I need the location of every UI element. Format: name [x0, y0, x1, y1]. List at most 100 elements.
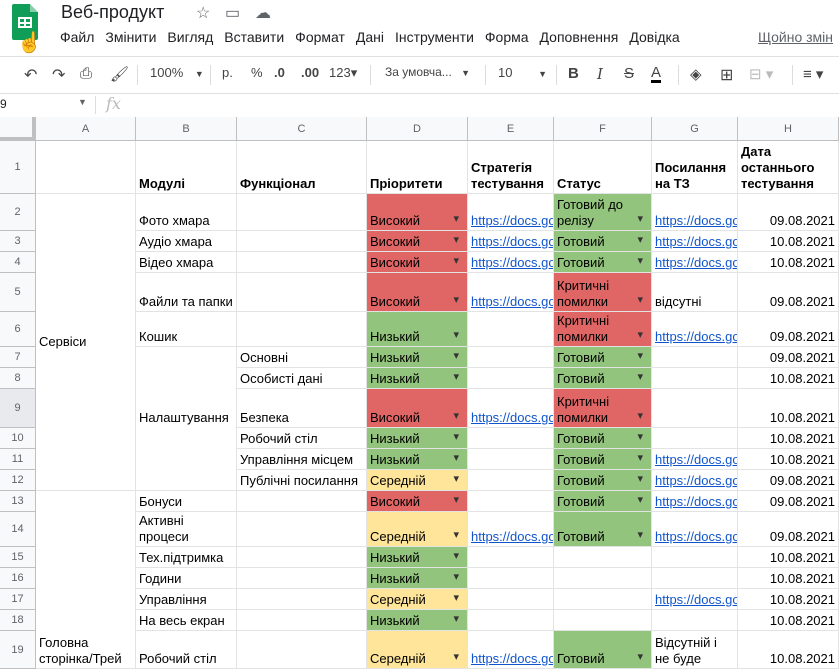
spec-link-cell-17[interactable]: https://docs.go: [652, 589, 738, 610]
status-cell-3[interactable]: Готовий: [554, 231, 652, 252]
row-header-7[interactable]: 7: [0, 347, 36, 368]
fill-color-icon[interactable]: ◈: [690, 65, 702, 83]
redo-icon[interactable]: ↷: [52, 65, 65, 85]
menu-insert[interactable]: Вставити: [224, 29, 284, 45]
priority-cell-19[interactable]: Середній: [367, 631, 468, 669]
cell-b16[interactable]: Години: [136, 568, 237, 589]
status-cell-2[interactable]: Готовий до релізу: [554, 194, 652, 231]
date-cell-13[interactable]: 09.08.2021: [738, 491, 839, 512]
row-header-1[interactable]: 1: [0, 141, 36, 194]
status-cell-5[interactable]: Критичні помилки: [554, 273, 652, 312]
strategy-cell-3[interactable]: https://docs.go: [468, 231, 554, 252]
row-header-8[interactable]: 8: [0, 368, 36, 389]
undo-icon[interactable]: ↶: [24, 65, 37, 85]
status-cell-9[interactable]: Критичні помилки: [554, 389, 652, 428]
cell-c13[interactable]: [237, 491, 367, 512]
priority-cell-17[interactable]: Середній: [367, 589, 468, 610]
spec-link-cell-9[interactable]: [652, 389, 738, 428]
date-cell-2[interactable]: 09.08.2021: [738, 194, 839, 231]
priority-cell-3[interactable]: Високий: [367, 231, 468, 252]
row-header-2[interactable]: 2: [0, 194, 36, 231]
priority-cell-2[interactable]: Високий: [367, 194, 468, 231]
row-header-11[interactable]: 11: [0, 449, 36, 470]
cell-b2[interactable]: Фото хмара: [136, 194, 237, 231]
spec-link-cell-11[interactable]: https://docs.go: [652, 449, 738, 470]
cell-c12[interactable]: Публічні посилання: [237, 470, 367, 491]
cell-c2[interactable]: [237, 194, 367, 231]
date-cell-4[interactable]: 10.08.2021: [738, 252, 839, 273]
spec-link-cell-16[interactable]: [652, 568, 738, 589]
date-cell-3[interactable]: 10.08.2021: [738, 231, 839, 252]
column-header-d[interactable]: D: [367, 117, 468, 141]
strategy-cell-18[interactable]: [468, 610, 554, 631]
cell-c6[interactable]: [237, 312, 367, 347]
zoom-select[interactable]: 100% ▼: [150, 65, 204, 80]
row-header-15[interactable]: 15: [0, 547, 36, 568]
menu-format[interactable]: Формат: [295, 29, 345, 45]
header-cell-c[interactable]: Функціонал: [237, 141, 367, 194]
header-cell-g[interactable]: Посилання на ТЗ: [652, 141, 738, 194]
strategy-cell-14[interactable]: https://docs.go: [468, 512, 554, 547]
row-header-4[interactable]: 4: [0, 252, 36, 273]
strategy-cell-11[interactable]: [468, 449, 554, 470]
priority-cell-16[interactable]: Низький: [367, 568, 468, 589]
group-cell-services[interactable]: Сервіси: [36, 194, 136, 491]
date-cell-7[interactable]: 09.08.2021: [738, 347, 839, 368]
cell-b5[interactable]: Файли та папки: [136, 273, 237, 312]
bold-icon[interactable]: B: [568, 65, 579, 82]
cell-c8[interactable]: Особисті дані: [237, 368, 367, 389]
cell-a1[interactable]: [36, 141, 136, 194]
strategy-cell-5[interactable]: https://docs.go: [468, 273, 554, 312]
header-cell-f[interactable]: Статус: [554, 141, 652, 194]
spec-link-cell-13[interactable]: https://docs.go: [652, 491, 738, 512]
cell-c5[interactable]: [237, 273, 367, 312]
status-cell-7[interactable]: Готовий: [554, 347, 652, 368]
cell-c7[interactable]: Основні: [237, 347, 367, 368]
status-cell-13[interactable]: Готовий: [554, 491, 652, 512]
cell-b15[interactable]: Тех.підтримка: [136, 547, 237, 568]
spec-link-cell-2[interactable]: https://docs.go: [652, 194, 738, 231]
cell-c17[interactable]: [237, 589, 367, 610]
spec-link-cell-4[interactable]: https://docs.go: [652, 252, 738, 273]
priority-cell-15[interactable]: Низький: [367, 547, 468, 568]
column-header-e[interactable]: E: [468, 117, 554, 141]
header-cell-h[interactable]: Дата останнього тестування: [738, 141, 839, 194]
priority-cell-4[interactable]: Високий: [367, 252, 468, 273]
font-size-select[interactable]: 10 ▼: [498, 65, 547, 80]
paint-format-icon[interactable]: 🖌: [110, 65, 129, 83]
row-header-17[interactable]: 17: [0, 589, 36, 610]
row-header-3[interactable]: 3: [0, 231, 36, 252]
row-header-16[interactable]: 16: [0, 568, 36, 589]
date-cell-18[interactable]: 10.08.2021: [738, 610, 839, 631]
spec-link-cell-7[interactable]: [652, 347, 738, 368]
move-to-folder-icon[interactable]: ▭: [225, 3, 240, 23]
status-cell-6[interactable]: Критичні помилки: [554, 312, 652, 347]
strategy-cell-15[interactable]: [468, 547, 554, 568]
date-cell-8[interactable]: 10.08.2021: [738, 368, 839, 389]
spec-link-cell-14[interactable]: https://docs.go: [652, 512, 738, 547]
borders-icon[interactable]: ⊞: [720, 65, 733, 85]
cell-b14[interactable]: Активні процеси: [136, 512, 237, 547]
date-cell-11[interactable]: 10.08.2021: [738, 449, 839, 470]
priority-cell-11[interactable]: Низький: [367, 449, 468, 470]
row-header-19[interactable]: 19: [0, 631, 36, 669]
date-cell-16[interactable]: 10.08.2021: [738, 568, 839, 589]
row-header-13[interactable]: 13: [0, 491, 36, 512]
status-cell-15[interactable]: [554, 547, 652, 568]
cell-c9[interactable]: Безпека: [237, 389, 367, 428]
spec-link-cell-15[interactable]: [652, 547, 738, 568]
status-cell-8[interactable]: Готовий: [554, 368, 652, 389]
menu-form[interactable]: Форма: [485, 29, 529, 45]
cell-c4[interactable]: [237, 252, 367, 273]
column-header-g[interactable]: G: [652, 117, 738, 141]
column-header-a[interactable]: A: [36, 117, 136, 141]
menu-addons[interactable]: Доповнення: [540, 29, 619, 45]
more-formats-button[interactable]: 123▾: [329, 65, 357, 81]
column-header-b[interactable]: B: [136, 117, 237, 141]
header-cell-b[interactable]: Модулі: [136, 141, 237, 194]
status-cell-4[interactable]: Готовий: [554, 252, 652, 273]
strategy-cell-6[interactable]: [468, 312, 554, 347]
row-header-10[interactable]: 10: [0, 428, 36, 449]
column-header-f[interactable]: F: [554, 117, 652, 141]
cell-b4[interactable]: Відео хмара: [136, 252, 237, 273]
